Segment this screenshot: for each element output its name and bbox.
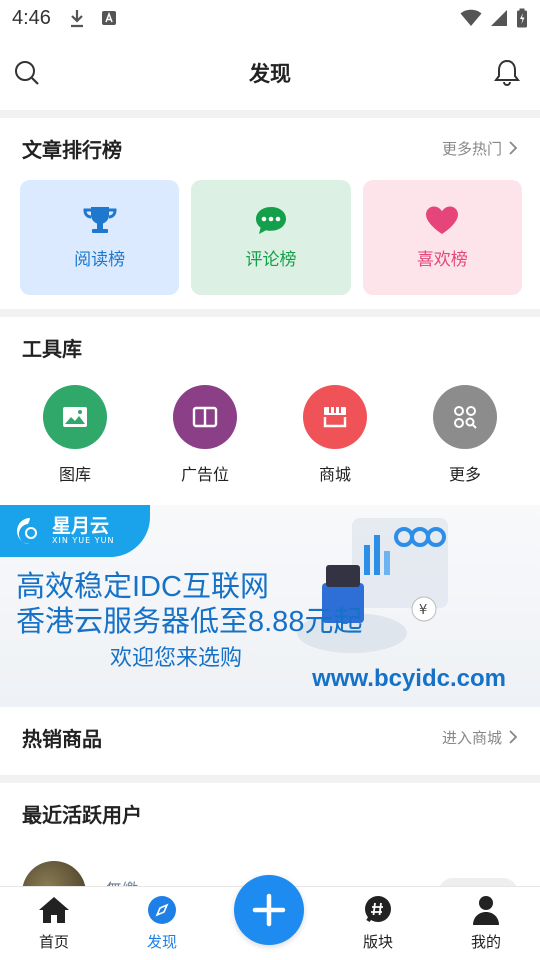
nav-discover-label: 发现 [146, 933, 177, 951]
server-illustration-icon: ¥ [297, 518, 448, 653]
section-heading-tools: 工具库 [22, 336, 82, 361]
wifi-icon [460, 9, 482, 27]
nav-home-label: 首页 [38, 933, 69, 951]
banner-url: www.bcyidc.com [312, 665, 506, 692]
chevron-right-icon [509, 141, 518, 155]
nav-mine[interactable]: 我的 [432, 887, 540, 960]
nav-boards-label: 版块 [362, 933, 393, 951]
status-time: 4:46 [12, 6, 51, 29]
banner-line3: 欢迎您来选购 [110, 646, 243, 671]
page-title: 发现 [249, 62, 291, 86]
signal-icon [491, 10, 507, 26]
more-hot-link[interactable]: 更多热门 [442, 138, 518, 159]
enter-shop-link[interactable]: 进入商城 [442, 727, 518, 748]
grid-search-icon [454, 406, 477, 429]
banner-brand: 星月云 XIN YUE YUN [0, 505, 150, 557]
top-bar: 发现 [0, 36, 540, 110]
tool-shop-circle [303, 385, 367, 449]
font-a-icon [101, 11, 116, 25]
crescent-logo-icon [17, 518, 37, 545]
tool-more-circle [433, 385, 497, 449]
user-icon [473, 896, 499, 925]
tool-more[interactable]: 更多 [415, 385, 515, 485]
tool-gallery[interactable]: 图库 [25, 385, 125, 485]
section-heading-articles: 文章排行榜 [22, 137, 122, 162]
nav-boards[interactable]: 版块 [324, 887, 432, 960]
book-icon [192, 406, 218, 428]
trophy-icon [83, 207, 117, 233]
home-icon [39, 897, 69, 923]
like-rank-label: 喜欢榜 [416, 250, 468, 270]
section-heading-hot: 热销商品 [22, 726, 102, 751]
article-rankings-section: 文章排行榜 更多热门 阅读榜 评论榜 喜欢榜 [0, 118, 540, 309]
image-icon [63, 407, 87, 427]
plus-icon [252, 893, 286, 927]
download-icon [70, 10, 83, 28]
ad-banner[interactable]: 星月云 XIN YUE YUN ¥ 高效稳定IDC互联网 香港云服务器低至8.8… [0, 505, 540, 707]
like-rank-card[interactable]: 喜欢榜 [362, 180, 522, 295]
read-rank-card[interactable]: 阅读榜 [20, 180, 180, 295]
banner-brand-name: 星月云 [52, 515, 110, 537]
nav-mine-label: 我的 [470, 933, 501, 951]
comment-rank-card[interactable]: 评论榜 [191, 180, 351, 295]
tool-ad-slot-circle [173, 385, 237, 449]
compass-icon [148, 896, 176, 924]
tools-section: 工具库 图库 广告位 商城 更多 [0, 317, 540, 505]
read-rank-label: 阅读榜 [74, 250, 126, 270]
tool-ad-slot-label: 广告位 [180, 465, 229, 484]
nav-discover[interactable]: 发现 [108, 887, 216, 960]
create-post-button[interactable] [234, 875, 304, 945]
heart-icon [426, 206, 459, 234]
comment-rank-label: 评论榜 [245, 250, 297, 270]
hashtag-icon [365, 896, 391, 923]
nav-home[interactable]: 首页 [0, 887, 108, 960]
svg-text:¥: ¥ [419, 603, 427, 618]
tool-gallery-circle [43, 385, 107, 449]
banner-line2: 香港云服务器低至8.88元起 [16, 606, 363, 638]
tool-shop[interactable]: 商城 [285, 385, 385, 485]
section-heading-users: 最近活跃用户 [22, 802, 142, 827]
tool-gallery-label: 图库 [58, 465, 91, 484]
chevron-right-icon [509, 730, 518, 744]
bell-icon[interactable] [494, 58, 520, 86]
banner-brand-sub: XIN YUE YUN [52, 536, 115, 545]
hot-products-section: 热销商品 进入商城 [0, 707, 540, 775]
battery-icon [517, 8, 527, 28]
chat-bubble-icon [255, 207, 286, 234]
tool-more-label: 更多 [448, 465, 481, 484]
tool-shop-label: 商城 [318, 465, 351, 484]
status-bar: 4:46 [0, 0, 540, 36]
tool-ad-slot[interactable]: 广告位 [155, 385, 255, 485]
enter-shop-label: 进入商城 [441, 728, 502, 747]
shop-icon [323, 407, 347, 428]
more-hot-label: 更多热门 [441, 139, 502, 158]
search-icon[interactable] [14, 60, 40, 86]
